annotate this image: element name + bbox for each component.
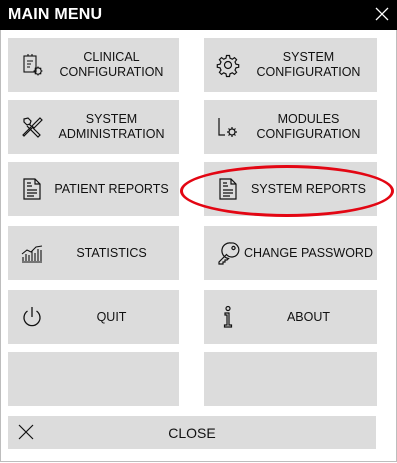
clinical-configuration-label: CLINICAL CONFIGURATION	[59, 50, 164, 79]
system-administration-label: SYSTEM ADMINISTRATION	[58, 112, 165, 141]
close-icon[interactable]	[369, 1, 395, 27]
key-icon	[214, 239, 242, 267]
clinical-configuration-button[interactable]: CLINICAL CONFIGURATION	[8, 38, 179, 92]
system-administration-button[interactable]: SYSTEM ADMINISTRATION	[8, 100, 179, 154]
empty-tile-right	[204, 352, 377, 406]
system-reports-button[interactable]: SYSTEM REPORTS	[204, 162, 377, 216]
power-icon	[18, 303, 46, 331]
quit-label: QUIT	[96, 309, 127, 324]
close-button[interactable]: CLOSE	[8, 416, 376, 449]
title-bar: MAIN MENU	[0, 0, 397, 30]
statistics-button[interactable]: STATISTICS	[8, 226, 179, 280]
module-gear-icon	[214, 113, 242, 141]
about-label: ABOUT	[286, 309, 331, 324]
clinical-config-icon	[18, 51, 46, 79]
empty-tile-left	[8, 352, 179, 406]
system-reports-label: SYSTEM REPORTS	[250, 181, 367, 196]
system-configuration-button[interactable]: SYSTEM CONFIGURATION	[204, 38, 377, 92]
modules-configuration-label: MODULES CONFIGURATION	[256, 112, 361, 141]
tools-icon	[18, 113, 46, 141]
patient-reports-button[interactable]: PATIENT REPORTS	[8, 162, 179, 216]
system-configuration-label: SYSTEM CONFIGURATION	[256, 50, 361, 79]
window-title: MAIN MENU	[8, 6, 103, 23]
quit-button[interactable]: QUIT	[8, 290, 179, 344]
document-icon	[18, 175, 46, 203]
change-password-label: CHANGE PASSWORD	[244, 245, 373, 260]
change-password-button[interactable]: CHANGE PASSWORD	[204, 226, 377, 280]
about-button[interactable]: ABOUT	[204, 290, 377, 344]
patient-reports-label: PATIENT REPORTS	[54, 181, 169, 196]
statistics-icon	[18, 239, 46, 267]
info-icon	[214, 303, 242, 331]
document-icon	[214, 175, 242, 203]
gear-icon	[214, 51, 242, 79]
close-label: CLOSE	[168, 424, 216, 441]
statistics-label: STATISTICS	[76, 245, 147, 260]
modules-configuration-button[interactable]: MODULES CONFIGURATION	[204, 100, 377, 154]
